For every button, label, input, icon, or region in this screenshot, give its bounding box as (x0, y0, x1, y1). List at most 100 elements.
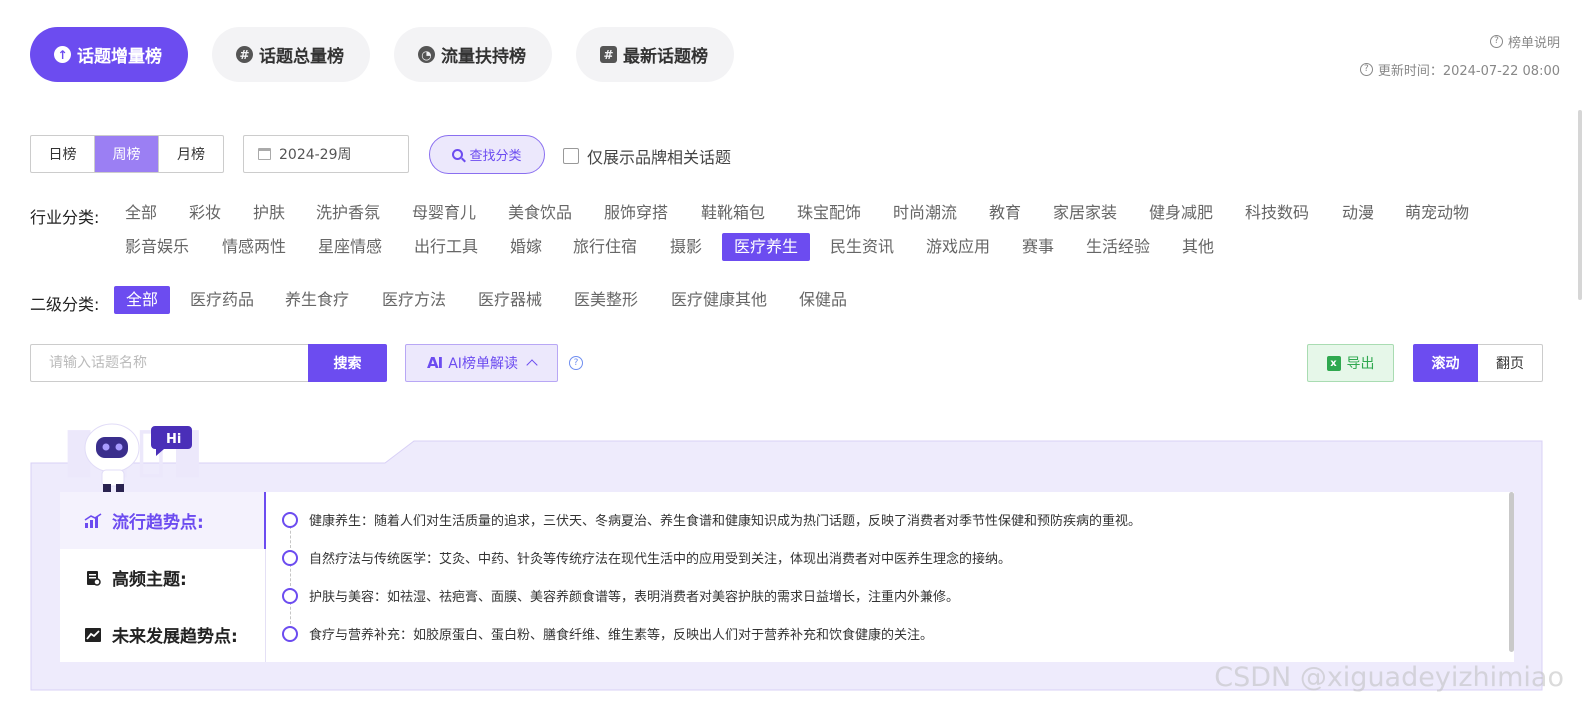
period-week[interactable]: 周榜 (95, 136, 159, 172)
industry-item[interactable]: 健身减肥 (1137, 199, 1225, 227)
industry-item[interactable]: 萌宠动物 (1393, 199, 1481, 227)
watermark-text: CSDN @xiguadeyizhimiao (1214, 662, 1564, 693)
tab-latest-topic[interactable]: # 最新话题榜 (576, 27, 734, 82)
hash-chat-icon: # (600, 46, 617, 63)
industry-item[interactable]: 其他 (1170, 233, 1226, 261)
industry-item[interactable]: 赛事 (1010, 233, 1066, 261)
timeline-connector (290, 602, 291, 624)
panel-scrollbar[interactable] (1509, 492, 1514, 652)
timeline-dot-icon (282, 587, 298, 604)
trend-text: 自然疗法与传统医学：艾灸、中药、针灸等传统疗法在现代生活中的应用受到关注，体现出… (309, 552, 1012, 567)
industry-item[interactable]: 旅行住宿 (561, 233, 649, 261)
nav-label: 高频主题: (112, 570, 187, 590)
industry-item[interactable]: 出行工具 (402, 233, 490, 261)
robot-mascot-icon: Hi (84, 423, 192, 493)
nav-future-trends[interactable]: 未来发展趋势点: (60, 606, 266, 663)
question-icon: ? (1489, 34, 1503, 48)
industry-item[interactable]: 动漫 (1330, 199, 1386, 227)
ranking-tabs: ↑ 话题增量榜 # 话题总量榜 ◔ 流量扶持榜 # 最新话题榜 (30, 27, 734, 82)
excel-icon: x (1326, 355, 1341, 371)
explain-label: 榜单说明 (1507, 35, 1560, 51)
industry-item[interactable]: 美食饮品 (496, 199, 584, 227)
search-button[interactable]: 搜索 (308, 344, 387, 382)
industry-item-selected[interactable]: 医疗养生 (722, 233, 811, 261)
industry-item[interactable]: 珠宝配饰 (785, 199, 873, 227)
nav-frequent-topics[interactable]: 高频主题: (60, 549, 266, 606)
explain-link[interactable]: ? 榜单说明 (1360, 32, 1560, 51)
help-icon[interactable]: ? (569, 356, 583, 370)
trend-line-icon (85, 627, 101, 642)
industry-label: 行业分类: (30, 208, 100, 227)
timeline-dot-icon (282, 511, 298, 528)
tab-traffic-support[interactable]: ◔ 流量扶持榜 (394, 27, 552, 82)
robot-badge-text: Hi (166, 432, 181, 447)
ai-logo-icon: AI (427, 354, 443, 372)
industry-item[interactable]: 教育 (977, 199, 1033, 227)
ai-interpret-button[interactable]: AI AI榜单解读 (405, 344, 558, 382)
period-month[interactable]: 月榜 (159, 136, 223, 172)
mode-scroll[interactable]: 滚动 (1413, 344, 1478, 382)
search-icon (452, 149, 464, 160)
nav-label: 未来发展趋势点: (112, 627, 238, 647)
trend-text: 护肤与美容：如祛湿、祛疤膏、面膜、美容养颜食谱等，表明消费者对美容护肤的需求日益… (309, 590, 960, 605)
checkbox-box[interactable] (563, 148, 579, 164)
industry-item[interactable]: 情感两性 (210, 233, 298, 261)
timeline-dot-icon (282, 625, 298, 642)
period-day[interactable]: 日榜 (31, 136, 95, 172)
bar-chart-icon (84, 512, 102, 528)
trend-text: 食疗与营养补充：如胶原蛋白、蛋白粉、膳食纤维、维生素等，反映出人们对于营养补充和… (309, 628, 934, 643)
sub-category-item[interactable]: 保健品 (787, 286, 859, 314)
industry-item[interactable]: 星座情感 (306, 233, 394, 261)
trend-item: 食疗与营养补充：如胶原蛋白、蛋白粉、膳食纤维、维生素等，反映出人们对于营养补充和… (282, 624, 933, 643)
arrow-up-circle-icon: ↑ (54, 46, 71, 63)
industry-item[interactable]: 游戏应用 (914, 233, 1002, 261)
sub-category-label: 二级分类: (30, 295, 100, 314)
page-scrollbar[interactable] (1578, 110, 1582, 300)
tab-topic-total[interactable]: # 话题总量榜 (212, 27, 370, 82)
tab-label: 话题增量榜 (77, 47, 162, 67)
industry-item[interactable]: 影音娱乐 (113, 233, 201, 261)
sub-category-item[interactable]: 医疗器械 (466, 286, 554, 314)
industry-item[interactable]: 鞋靴箱包 (689, 199, 777, 227)
sub-category-item[interactable]: 医疗健康其他 (659, 286, 779, 314)
sub-category-item[interactable]: 医疗药品 (178, 286, 266, 314)
find-category-label: 查找分类 (469, 149, 522, 164)
gauge-icon: ◔ (418, 46, 435, 63)
update-time: ? 更新时间：2024-07-22 08:00 (1359, 60, 1560, 79)
brand-only-checkbox[interactable]: 仅展示品牌相关话题 (563, 144, 731, 168)
industry-item[interactable]: 彩妆 (177, 199, 233, 227)
chevron-up-icon (526, 359, 538, 371)
industry-item[interactable]: 摄影 (658, 233, 714, 261)
timeline-dot-icon (282, 549, 298, 566)
find-category-button[interactable]: 查找分类 (429, 135, 545, 174)
sub-category-item[interactable]: 养生食疗 (273, 286, 361, 314)
sub-category-item[interactable]: 医美整形 (562, 286, 650, 314)
brand-only-label: 仅展示品牌相关话题 (587, 148, 732, 167)
industry-item[interactable]: 时尚潮流 (881, 199, 969, 227)
industry-item[interactable]: 科技数码 (1233, 199, 1321, 227)
trend-item: 护肤与美容：如祛湿、祛疤膏、面膜、美容养颜食谱等，表明消费者对美容护肤的需求日益… (282, 586, 959, 605)
topic-search-input[interactable] (30, 344, 309, 382)
export-label: 导出 (1346, 356, 1375, 372)
industry-item[interactable]: 民生资讯 (818, 233, 906, 261)
industry-item[interactable]: 护肤 (241, 199, 297, 227)
industry-item[interactable]: 母婴育儿 (400, 199, 488, 227)
industry-item[interactable]: 生活经验 (1074, 233, 1162, 261)
mode-paging[interactable]: 翻页 (1478, 344, 1543, 382)
industry-item[interactable]: 洗护香氛 (304, 199, 392, 227)
export-button[interactable]: x 导出 (1307, 344, 1394, 382)
nav-popular-trends[interactable]: 流行趋势点: (60, 492, 266, 549)
tab-topic-increment[interactable]: ↑ 话题增量榜 (30, 27, 188, 82)
sub-category-item[interactable]: 医疗方法 (370, 286, 458, 314)
week-date-picker[interactable]: 2024-29周 (243, 135, 409, 173)
industry-item[interactable]: 全部 (113, 199, 169, 227)
timeline-connector (290, 526, 291, 548)
nav-label: 流行趋势点: (112, 513, 204, 533)
trend-item: 自然疗法与传统医学：艾灸、中药、针灸等传统疗法在现代生活中的应用受到关注，体现出… (282, 548, 1011, 567)
view-mode-toggle: 滚动 翻页 (1413, 344, 1543, 382)
industry-item[interactable]: 婚嫁 (498, 233, 554, 261)
industry-item[interactable]: 家居家装 (1041, 199, 1129, 227)
industry-item[interactable]: 服饰穿搭 (592, 199, 680, 227)
ai-interpret-label: AI榜单解读 (448, 356, 518, 372)
sub-category-item-selected[interactable]: 全部 (114, 286, 171, 314)
